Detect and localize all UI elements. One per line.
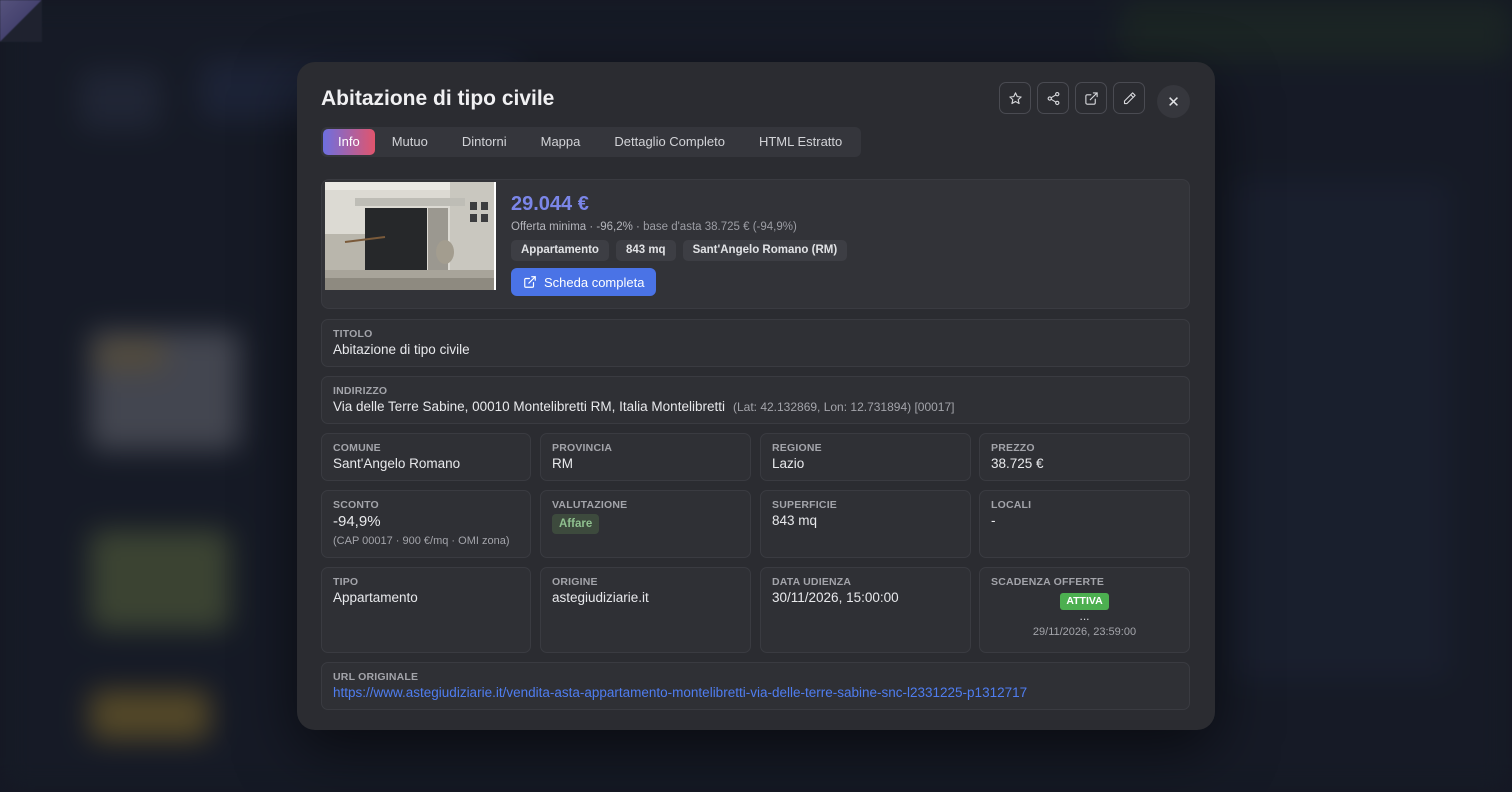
field-titolo: TITOLO Abitazione di tipo civile bbox=[321, 319, 1190, 367]
field-regione: REGIONE Lazio bbox=[760, 433, 971, 481]
share-button[interactable] bbox=[1037, 82, 1069, 114]
external-link-icon bbox=[524, 276, 536, 288]
star-icon bbox=[1008, 91, 1022, 104]
property-summary-card: 29.044 € Offerta minima · -96,2% · base … bbox=[321, 179, 1190, 309]
field-valutazione: VALUTAZIONE Affare bbox=[540, 490, 751, 558]
field-label: COMUNE bbox=[333, 442, 381, 454]
edit-button[interactable] bbox=[1113, 82, 1145, 114]
field-sconto: SCONTO -94,9% (CAP 00017 · 900 €/mq · OM… bbox=[321, 490, 531, 558]
full-sheet-label: Scheda completa bbox=[544, 274, 645, 290]
field-value: RM bbox=[552, 456, 573, 471]
address-coords: (Lat: 42.132869, Lon: 12.731894) [00017] bbox=[732, 400, 955, 414]
field-value: Appartamento bbox=[333, 590, 418, 605]
close-button[interactable]: ✕ bbox=[1157, 85, 1190, 118]
field-scadenza-offerte: SCADENZA OFFERTE ATTIVA ... 29/11/2026, … bbox=[979, 567, 1190, 653]
star-button[interactable] bbox=[999, 82, 1031, 114]
field-label: SCONTO bbox=[333, 499, 379, 511]
address-value: Via delle Terre Sabine, 00010 Montelibre… bbox=[333, 399, 725, 414]
deadline-countdown: ... bbox=[1079, 609, 1090, 623]
tab-mappa[interactable]: Mappa bbox=[524, 129, 598, 155]
chip-surface: 843 mq bbox=[615, 240, 676, 261]
property-photo[interactable] bbox=[325, 182, 496, 290]
property-chips: Appartamento 843 mq Sant'Angelo Romano (… bbox=[511, 240, 848, 261]
field-label: INDIRIZZO bbox=[333, 385, 388, 397]
field-tipo: TIPO Appartamento bbox=[321, 567, 531, 653]
deadline-date: 29/11/2026, 23:59:00 bbox=[1032, 626, 1137, 638]
modal-title: Abitazione di tipo civile bbox=[321, 87, 555, 110]
field-label: REGIONE bbox=[772, 442, 822, 454]
tab-html-estratto[interactable]: HTML Estratto bbox=[742, 129, 859, 155]
field-prezzo: PREZZO 38.725 € bbox=[979, 433, 1190, 481]
field-label: VALUTAZIONE bbox=[552, 499, 628, 511]
field-label: ORIGINE bbox=[552, 576, 598, 588]
field-value: Sant'Angelo Romano bbox=[333, 456, 461, 471]
field-label: URL ORIGINALE bbox=[333, 671, 419, 683]
field-label: SUPERFICIE bbox=[772, 499, 838, 511]
pencil-icon bbox=[1123, 91, 1136, 104]
field-provincia: PROVINCIA RM bbox=[540, 433, 751, 481]
field-label: PREZZO bbox=[991, 442, 1035, 454]
share-icon bbox=[1047, 91, 1059, 105]
discount-note: (CAP 00017 · 900 €/mq · OMI zona) bbox=[333, 535, 510, 547]
field-label: DATA UDIENZA bbox=[772, 576, 852, 588]
field-value: astegiudiziarie.it bbox=[552, 590, 649, 605]
field-indirizzo: INDIRIZZO Via delle Terre Sabine, 00010 … bbox=[321, 376, 1190, 424]
field-value: Abitazione di tipo civile bbox=[333, 342, 470, 357]
field-label: SCADENZA OFFERTE bbox=[991, 576, 1105, 588]
full-sheet-button[interactable]: Scheda completa bbox=[511, 268, 657, 296]
property-detail-modal: Abitazione di tipo civile ✕ Info Mutuo D… bbox=[297, 62, 1215, 730]
external-link-icon bbox=[1084, 91, 1098, 105]
field-value: 30/11/2026, 15:00:00 bbox=[772, 590, 899, 605]
status-badge: ATTIVA bbox=[1060, 593, 1109, 610]
modal-toolbar bbox=[999, 82, 1145, 114]
field-label: LOCALI bbox=[991, 499, 1032, 511]
field-superficie: SUPERFICIE 843 mq bbox=[760, 490, 971, 558]
tab-mutuo[interactable]: Mutuo bbox=[375, 129, 445, 155]
base-auction-text: base d'asta 38.725 € (-94,9%) bbox=[643, 221, 797, 233]
field-label: PROVINCIA bbox=[552, 442, 613, 454]
tab-info[interactable]: Info bbox=[323, 129, 375, 155]
original-url-link[interactable]: https://www.astegiudiziarie.it/vendita-a… bbox=[333, 685, 1178, 700]
field-origine: ORIGINE astegiudiziarie.it bbox=[540, 567, 751, 653]
chip-type: Appartamento bbox=[511, 240, 609, 261]
evaluation-badge: Affare bbox=[552, 514, 600, 534]
field-locali: LOCALI - bbox=[979, 490, 1190, 558]
price-details: Offerta minima · -96,2% · base d'asta 38… bbox=[511, 221, 797, 233]
field-value: - bbox=[991, 513, 996, 528]
field-comune: COMUNE Sant'Angelo Romano bbox=[321, 433, 531, 481]
field-data-udienza: DATA UDIENZA 30/11/2026, 15:00:00 bbox=[760, 567, 971, 653]
field-url-originale: URL ORIGINALE https://www.astegiudiziari… bbox=[321, 662, 1190, 710]
tab-dintorni[interactable]: Dintorni bbox=[445, 129, 524, 155]
tab-bar: Info Mutuo Dintorni Mappa Dettaglio Comp… bbox=[321, 127, 862, 157]
field-label: TITOLO bbox=[333, 328, 373, 340]
min-offer-text: Offerta minima · -96,2% · bbox=[511, 221, 644, 233]
offer-price: 29.044 € bbox=[511, 193, 589, 215]
field-label: TIPO bbox=[333, 576, 359, 588]
field-value: 38.725 € bbox=[991, 456, 1044, 471]
field-value: -94,9% bbox=[333, 513, 381, 530]
field-value: Lazio bbox=[772, 456, 805, 471]
field-value: 843 mq bbox=[772, 513, 818, 528]
tab-dettaglio-completo[interactable]: Dettaglio Completo bbox=[597, 129, 742, 155]
chip-location: Sant'Angelo Romano (RM) bbox=[682, 240, 848, 261]
open-external-button[interactable] bbox=[1075, 82, 1107, 114]
